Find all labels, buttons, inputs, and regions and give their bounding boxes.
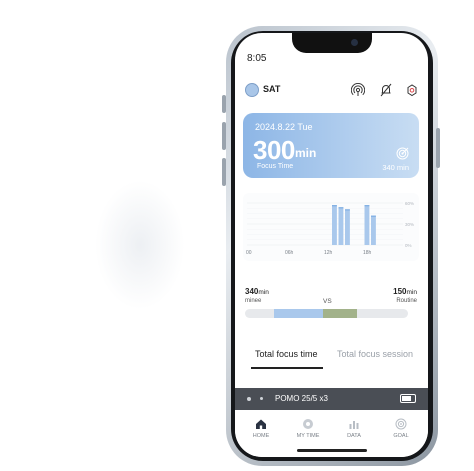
- goal-value: 340 min: [382, 163, 409, 172]
- nav-data[interactable]: DATA: [334, 418, 374, 439]
- nav-goal-label: GOAL: [393, 433, 409, 439]
- tab-total-focus-time[interactable]: Total focus time: [255, 349, 318, 359]
- hour-chart-svg: 60% 30% 0% 00 06h 12h 18h: [246, 201, 414, 256]
- tab-total-focus-session[interactable]: Total focus session: [337, 349, 413, 359]
- chart-bar-cap: [338, 207, 344, 209]
- chart-x-tick-label: 12h: [324, 250, 333, 256]
- chart-y-tick-label: 60%: [405, 201, 414, 206]
- nav-home-label: HOME: [252, 433, 270, 439]
- nav-my-time-label: MY TIME: [296, 433, 320, 439]
- comparison-right-value: 150: [393, 287, 407, 296]
- comparison-row: 340min minee VS 150min Routine: [245, 287, 417, 327]
- chart-x-tick-label: 00: [246, 250, 252, 256]
- background-glow: [95, 180, 185, 310]
- comparison-left-unit: min: [258, 289, 269, 296]
- focus-summary-card[interactable]: 2024.8.22 Tue 300 min Focus Time 340 min: [243, 113, 419, 178]
- comparison-right-value-row: 150min: [393, 287, 417, 296]
- nav-data-label: DATA: [347, 433, 361, 439]
- comparison-right-unit: min: [406, 289, 417, 296]
- home-icon: [256, 419, 266, 429]
- stats-tabs: Total focus time Total focus session: [249, 349, 424, 371]
- phone-mute-button: [222, 95, 226, 113]
- chart-y-tick-label: 30%: [405, 222, 414, 227]
- chart-bar-cap: [371, 215, 376, 217]
- chart-bar: [371, 215, 376, 245]
- chart-x-tick-label: 18h: [363, 250, 372, 256]
- phone-volume-up-button: [222, 122, 226, 150]
- toggle-icon[interactable]: [400, 394, 416, 403]
- timer-label: POMO 25/5 x3: [275, 394, 328, 403]
- chart-icon: [349, 421, 359, 429]
- chart-y-tick-label: 0%: [405, 243, 412, 248]
- chart-bar: [338, 207, 344, 245]
- chart-bar-cap: [332, 205, 337, 207]
- chart-bar: [364, 205, 370, 245]
- chart-bar: [332, 205, 337, 245]
- chart-bar: [345, 209, 350, 245]
- timer-bar[interactable]: POMO 25/5 x3: [235, 388, 428, 410]
- comparison-bar-right: [323, 309, 358, 318]
- timer-dot-2: [260, 397, 263, 400]
- username: SAT: [263, 84, 281, 94]
- chart-bar-cap: [364, 205, 370, 207]
- nav-my-time[interactable]: MY TIME: [288, 418, 328, 439]
- phone-volume-down-button: [222, 158, 226, 186]
- bottom-nav: HOME MY TIME DATA GOAL: [235, 412, 428, 457]
- timer-settings-icon[interactable]: [405, 83, 419, 97]
- clock-icon: [303, 419, 313, 429]
- comparison-vs-label: VS: [323, 298, 332, 305]
- target-icon: [396, 147, 409, 160]
- timer-dot-1: [247, 397, 251, 401]
- app-screen: 8:05 SAT 2024.8.22 Tue 300 min Focus Tim…: [235, 33, 428, 457]
- comparison-right-name: Routine: [396, 298, 417, 304]
- focus-time-value: 300: [253, 135, 295, 165]
- comparison-left-value-row: 340min: [245, 287, 269, 296]
- nav-goal[interactable]: GOAL: [381, 418, 421, 439]
- nav-home[interactable]: HOME: [241, 418, 281, 439]
- comparison-left-value: 340: [245, 287, 259, 296]
- summary-date: 2024.8.22 Tue: [255, 122, 313, 132]
- top-bar: SAT: [245, 83, 420, 99]
- focus-time-unit: min: [295, 146, 317, 160]
- phone-power-button: [436, 128, 440, 168]
- focus-hour-chart: 60% 30% 0% 00 06h 12h 18h: [243, 193, 419, 261]
- comparison-left-name: minee: [245, 298, 262, 304]
- chart-bar-cap: [345, 209, 350, 211]
- chart-x-tick-label: 06h: [285, 250, 294, 256]
- bell-off-icon[interactable]: [379, 83, 393, 97]
- active-tab-underline: [251, 367, 323, 369]
- focus-time-label: Focus Time: [257, 163, 294, 170]
- home-indicator: [297, 449, 367, 452]
- broadcast-icon[interactable]: [350, 83, 366, 97]
- status-time: 8:05: [247, 53, 267, 64]
- target-icon: [395, 418, 407, 430]
- notch: [292, 33, 372, 53]
- avatar[interactable]: [245, 83, 259, 97]
- comparison-bar-left: [274, 309, 324, 318]
- comparison-bar: [245, 309, 408, 318]
